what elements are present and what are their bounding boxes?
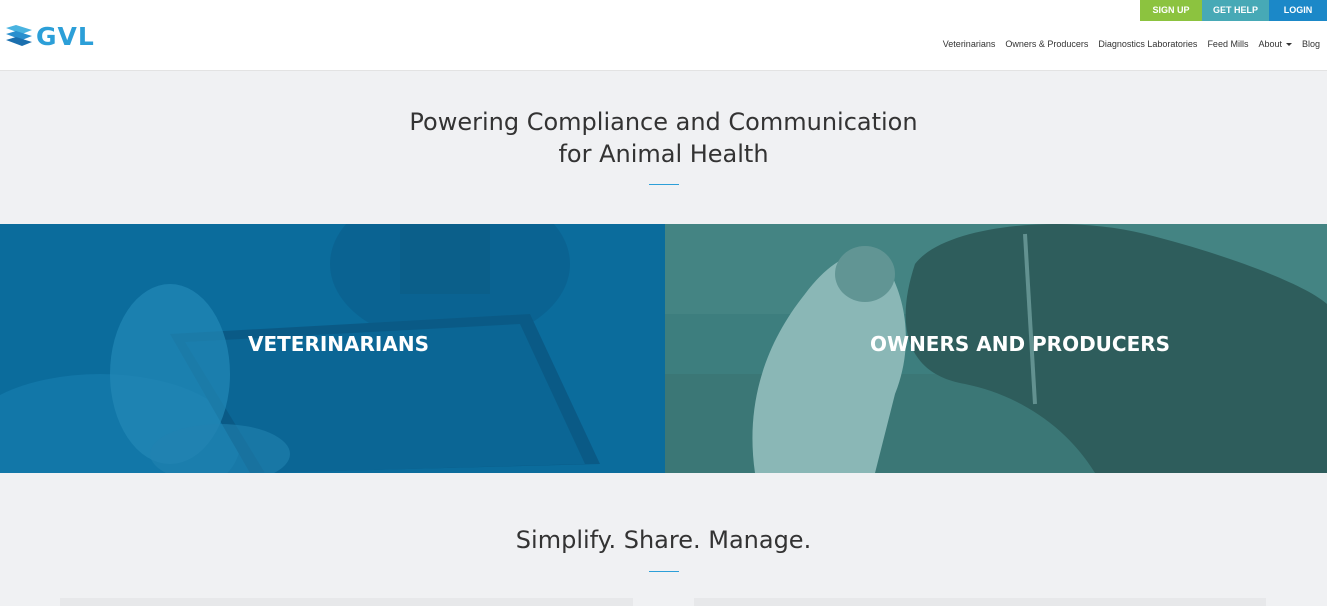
hero-title-line1: Powering Compliance and Communication	[409, 108, 918, 136]
nav-feed-mills[interactable]: Feed Mills	[1207, 39, 1248, 49]
chevron-down-icon	[1285, 42, 1292, 46]
gvl-logo-icon	[6, 25, 32, 46]
owners-producers-label: OWNERS AND PRODUCERS	[870, 332, 1171, 356]
nav-diagnostics-laboratories[interactable]: Diagnostics Laboratories	[1098, 39, 1197, 49]
hero-title-line2: for Animal Health	[558, 140, 769, 168]
owners-producers-tile[interactable]: OWNERS AND PRODUCERS	[665, 224, 1327, 473]
veterinarians-tile[interactable]: VETERINARIANS	[0, 224, 665, 473]
site-header: GVL SIGN UP GET HELP LOGIN Veterinarians…	[0, 0, 1327, 71]
section-divider	[649, 571, 679, 572]
sign-up-button[interactable]: SIGN UP	[1140, 0, 1202, 21]
feature-card	[60, 598, 633, 606]
logo-text: GVL	[36, 21, 95, 51]
feature-card	[694, 598, 1266, 606]
get-help-button[interactable]: GET HELP	[1202, 0, 1269, 21]
section-title: Simplify. Share. Manage.	[515, 526, 812, 554]
nav-owners-producers[interactable]: Owners & Producers	[1005, 39, 1088, 49]
login-button[interactable]: LOGIN	[1269, 0, 1327, 21]
hero-title: Powering Compliance and Communication fo…	[0, 106, 1327, 170]
auth-buttons: SIGN UP GET HELP LOGIN	[1140, 0, 1327, 21]
nav-about[interactable]: About	[1258, 39, 1292, 49]
veterinarians-label: VETERINARIANS	[248, 332, 429, 356]
main-nav: Veterinarians Owners & Producers Diagnos…	[933, 39, 1320, 49]
nav-blog[interactable]: Blog	[1302, 39, 1320, 49]
logo[interactable]: GVL	[6, 21, 95, 51]
nav-about-label: About	[1258, 39, 1282, 49]
hero-divider	[649, 184, 679, 185]
nav-veterinarians[interactable]: Veterinarians	[943, 39, 996, 49]
